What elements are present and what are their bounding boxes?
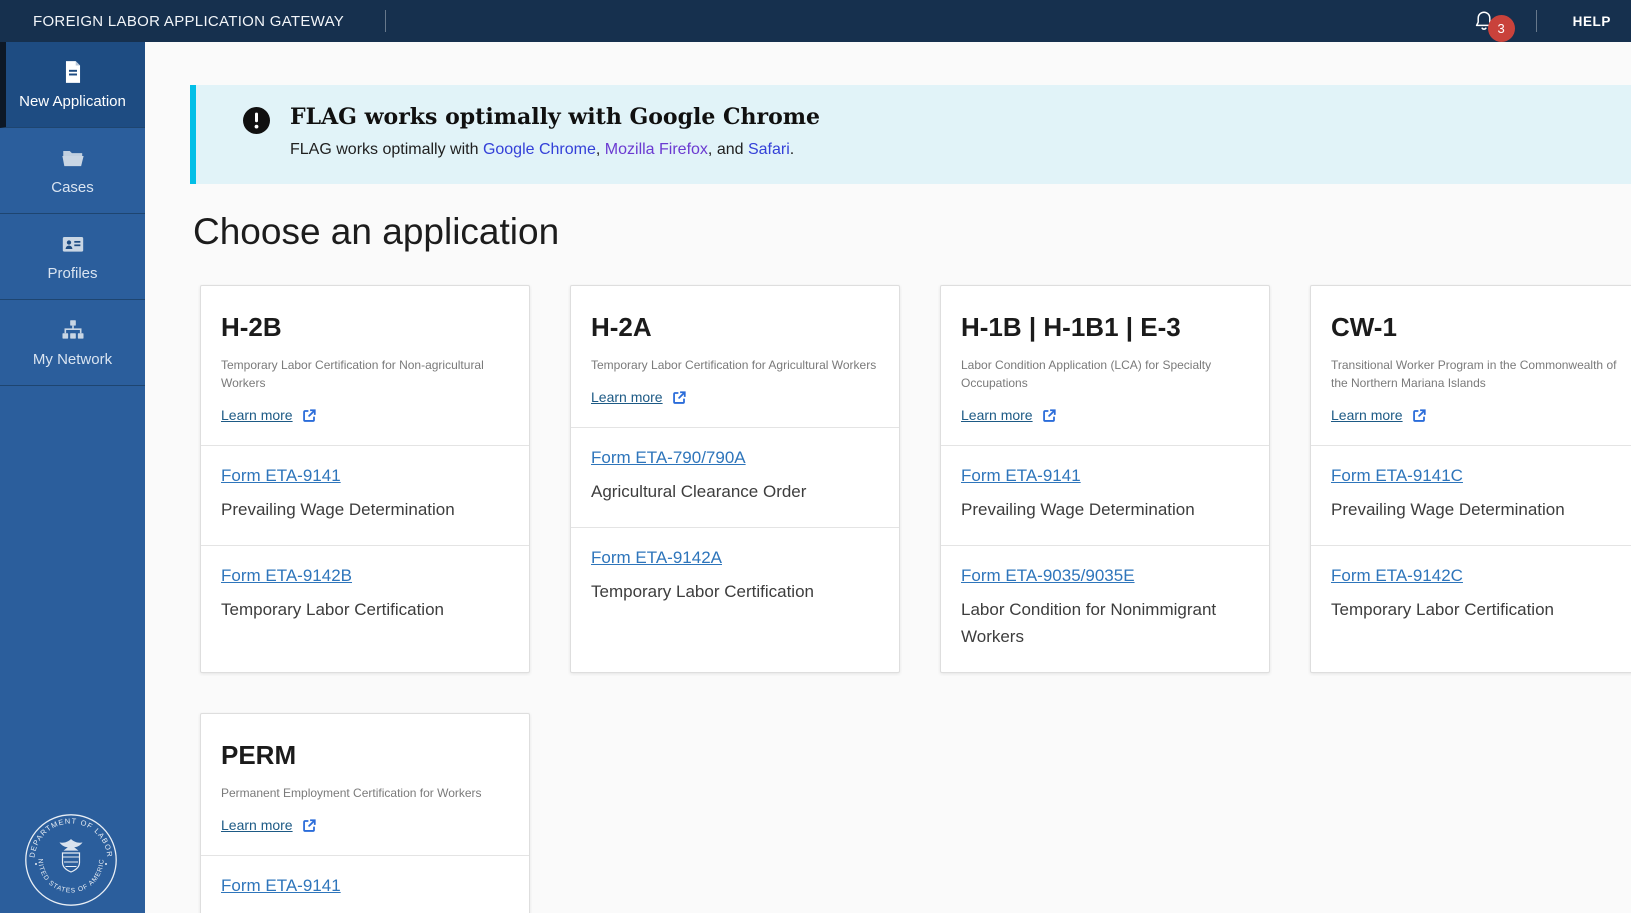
card-description: Labor Condition Application (LCA) for Sp…	[961, 356, 1249, 392]
sidebar-item-profiles[interactable]: Profiles	[0, 214, 145, 300]
card-title: H-1B | H-1B1 | E-3	[961, 312, 1249, 343]
notification-count-badge: 3	[1488, 15, 1515, 42]
seal-eagle	[60, 839, 83, 851]
application-card: H-2B Temporary Labor Certification for N…	[200, 285, 530, 673]
form-link[interactable]: Form ETA-9142A	[591, 548, 722, 568]
form-link[interactable]: Form ETA-9142C	[1331, 566, 1463, 586]
card-title: H-2A	[591, 312, 879, 343]
sidebar-item-label: My Network	[33, 351, 112, 368]
form-section: Form ETA-9141C Prevailing Wage Determina…	[1311, 445, 1631, 545]
form-link[interactable]: Form ETA-9142B	[221, 566, 352, 586]
application-card: CW-1 Transitional Worker Program in the …	[1310, 285, 1631, 673]
form-section: Form ETA-9142C Temporary Labor Certifica…	[1311, 545, 1631, 645]
learn-more-link[interactable]: Learn more	[961, 407, 1033, 423]
app-title: FOREIGN LABOR APPLICATION GATEWAY	[33, 13, 344, 30]
form-section: Form ETA-9142A Temporary Labor Certifica…	[571, 527, 899, 627]
card-title: H-2B	[221, 312, 509, 343]
svg-text:DEPARTMENT OF LABOR: DEPARTMENT OF LABOR	[27, 816, 114, 858]
alert-body: FLAG works optimally with Google Chrome,…	[290, 141, 1601, 159]
application-card: H-2A Temporary Labor Certification for A…	[570, 285, 900, 673]
sidebar-item-my-network[interactable]: My Network	[0, 300, 145, 386]
form-link[interactable]: Form ETA-9141C	[1331, 466, 1463, 486]
alert-text: FLAG works optimally with	[290, 141, 483, 158]
form-description: Prevailing Wage Determination	[1331, 497, 1619, 523]
page-title: Choose an application	[193, 211, 1631, 253]
external-link-icon	[302, 818, 317, 833]
network-icon	[60, 317, 86, 343]
notifications-button[interactable]: 3	[1472, 8, 1498, 34]
card-description: Temporary Labor Certification for Agricu…	[591, 356, 879, 374]
sidebar-item-cases[interactable]: Cases	[0, 128, 145, 214]
form-description: Labor Condition for Nonimmigrant Workers	[961, 597, 1249, 650]
card-title: CW-1	[1331, 312, 1619, 343]
form-link[interactable]: Form ETA-9141	[961, 466, 1081, 486]
form-link[interactable]: Form ETA-9141	[221, 876, 341, 896]
form-description: Temporary Labor Certification	[1331, 597, 1619, 623]
form-description: Temporary Labor Certification	[591, 579, 879, 605]
seal-top-text: DEPARTMENT OF LABOR	[27, 816, 114, 858]
browser-alert: FLAG works optimally with Google Chrome …	[190, 85, 1631, 184]
alert-text: , and	[708, 141, 748, 158]
card-description: Transitional Worker Program in the Commo…	[1331, 356, 1619, 392]
form-description: Agricultural Clearance Order	[591, 479, 879, 505]
department-of-labor-seal: DEPARTMENT OF LABOR UNITED STATES OF AME…	[24, 813, 118, 907]
top-bar: FOREIGN LABOR APPLICATION GATEWAY 3 HELP	[0, 0, 1631, 42]
google-chrome-link[interactable]: Google Chrome	[483, 141, 596, 158]
form-section: Form ETA-9141 Prevailing Wage Determinat…	[941, 445, 1269, 545]
sidebar-item-label: Profiles	[47, 265, 97, 282]
application-card: H-1B | H-1B1 | E-3 Labor Condition Appli…	[940, 285, 1270, 673]
exclamation-icon	[243, 107, 270, 134]
learn-more-link[interactable]: Learn more	[221, 407, 293, 423]
safari-link[interactable]: Safari	[748, 141, 790, 158]
form-description: Prevailing Wage Determination	[221, 497, 509, 523]
card-description: Temporary Labor Certification for Non-ag…	[221, 356, 509, 392]
form-section: Form ETA-790/790A Agricultural Clearance…	[571, 427, 899, 527]
form-section: Form ETA-9142B Temporary Labor Certifica…	[201, 545, 529, 645]
external-link-icon	[672, 390, 687, 405]
alert-text: ,	[596, 141, 605, 158]
sidebar-item-label: Cases	[51, 179, 94, 196]
learn-more-link[interactable]: Learn more	[591, 389, 663, 405]
external-link-icon	[302, 408, 317, 423]
form-description: Prevailing Wage Determination	[221, 907, 509, 913]
document-icon	[60, 59, 86, 85]
sidebar-item-new-application[interactable]: New Application	[0, 42, 145, 128]
alert-title: FLAG works optimally with Google Chrome	[290, 104, 1601, 130]
form-section: Form ETA-9141 Prevailing Wage Determinat…	[201, 445, 529, 545]
mozilla-firefox-link[interactable]: Mozilla Firefox	[605, 141, 708, 158]
help-button[interactable]: HELP	[1537, 14, 1631, 29]
learn-more-link[interactable]: Learn more	[1331, 407, 1403, 423]
application-grid: H-2B Temporary Labor Certification for N…	[200, 285, 1631, 913]
form-section: Form ETA-9141 Prevailing Wage Determinat…	[201, 855, 529, 913]
external-link-icon	[1042, 408, 1057, 423]
alert-text: .	[790, 141, 794, 158]
learn-more-link[interactable]: Learn more	[221, 817, 293, 833]
form-description: Temporary Labor Certification	[221, 597, 509, 623]
topbar-divider	[385, 10, 386, 32]
form-link[interactable]: Form ETA-9141	[221, 466, 341, 486]
sidebar: New Application Cases Profi	[0, 42, 145, 913]
main-content: FLAG works optimally with Google Chrome …	[145, 42, 1631, 913]
form-link[interactable]: Form ETA-9035/9035E	[961, 566, 1135, 586]
form-section: Form ETA-9035/9035E Labor Condition for …	[941, 545, 1269, 672]
id-card-icon	[60, 231, 86, 257]
form-link[interactable]: Form ETA-790/790A	[591, 448, 746, 468]
folder-icon	[60, 145, 86, 171]
external-link-icon	[1412, 408, 1427, 423]
form-description: Prevailing Wage Determination	[961, 497, 1249, 523]
card-description: Permanent Employment Certification for W…	[221, 784, 509, 802]
card-title: PERM	[221, 740, 509, 771]
application-card: PERM Permanent Employment Certification …	[200, 713, 530, 913]
sidebar-item-label: New Application	[19, 93, 126, 110]
